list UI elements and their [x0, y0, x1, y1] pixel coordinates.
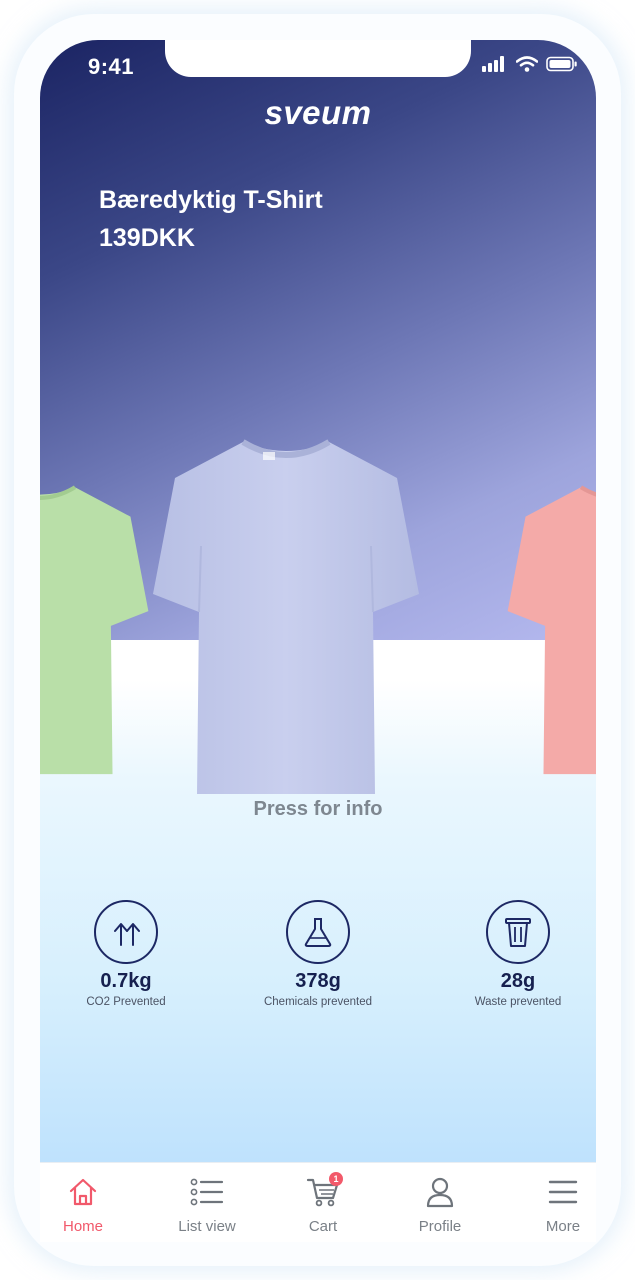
- bottom-tab-bar: Home List view 1 Cart Profile More: [40, 1162, 596, 1242]
- trash-bin-icon: [486, 900, 550, 964]
- wifi-icon: [516, 56, 538, 72]
- stat-waste-label: Waste prevented: [474, 996, 562, 1008]
- product-carousel-main-shirt[interactable]: [150, 426, 422, 796]
- product-carousel-left-shirt[interactable]: [40, 470, 150, 780]
- tab-cart[interactable]: 1 Cart: [268, 1172, 378, 1235]
- stat-waste: 28g Waste prevented: [438, 900, 596, 1008]
- app-screen: 9:41 sveum Bæredyktig T-Shirt 139DKK Pre…: [40, 40, 596, 1242]
- menu-icon: [548, 1180, 578, 1204]
- stat-waste-value: 28g: [500, 970, 536, 992]
- tab-more[interactable]: More: [508, 1175, 596, 1235]
- product-price: 139DKK: [99, 224, 195, 252]
- tab-home-label: Home: [62, 1218, 103, 1235]
- tab-more-label: More: [545, 1218, 581, 1235]
- tab-home[interactable]: Home: [40, 1175, 138, 1235]
- tab-profile[interactable]: Profile: [385, 1175, 495, 1235]
- tab-list-view-label: List view: [178, 1218, 236, 1235]
- stat-co2-label: CO2 Prevented: [86, 996, 166, 1008]
- status-icons: [482, 56, 578, 72]
- tab-cart-label: Cart: [308, 1218, 338, 1235]
- tab-profile-label: Profile: [418, 1218, 462, 1235]
- profile-icon: [426, 1177, 454, 1208]
- flask-icon: [286, 900, 350, 964]
- list-icon: [190, 1178, 224, 1206]
- stat-co2-value: 0.7kg: [100, 970, 152, 992]
- status-time: 9:41: [88, 54, 135, 79]
- device-notch: [165, 40, 471, 77]
- co2-arrows-icon: [94, 900, 158, 964]
- product-name: Bæredyktig T-Shirt: [99, 186, 323, 214]
- tab-list-view[interactable]: List view: [152, 1175, 262, 1235]
- press-for-info-hint[interactable]: Press for info: [40, 798, 596, 821]
- cart-badge: 1: [329, 1172, 343, 1186]
- stat-co2: 0.7kg CO2 Prevented: [46, 900, 206, 1008]
- battery-icon: [546, 56, 577, 72]
- product-carousel-right-shirt[interactable]: [506, 470, 596, 780]
- signal-icon: [482, 56, 504, 72]
- stat-chemicals-label: Chemicals prevented: [263, 996, 373, 1008]
- stat-chemicals-value: 378g: [295, 970, 341, 992]
- brand-logo: sveum: [264, 94, 372, 131]
- home-icon: [69, 1178, 97, 1206]
- stat-chemicals: 378g Chemicals prevented: [238, 900, 398, 1008]
